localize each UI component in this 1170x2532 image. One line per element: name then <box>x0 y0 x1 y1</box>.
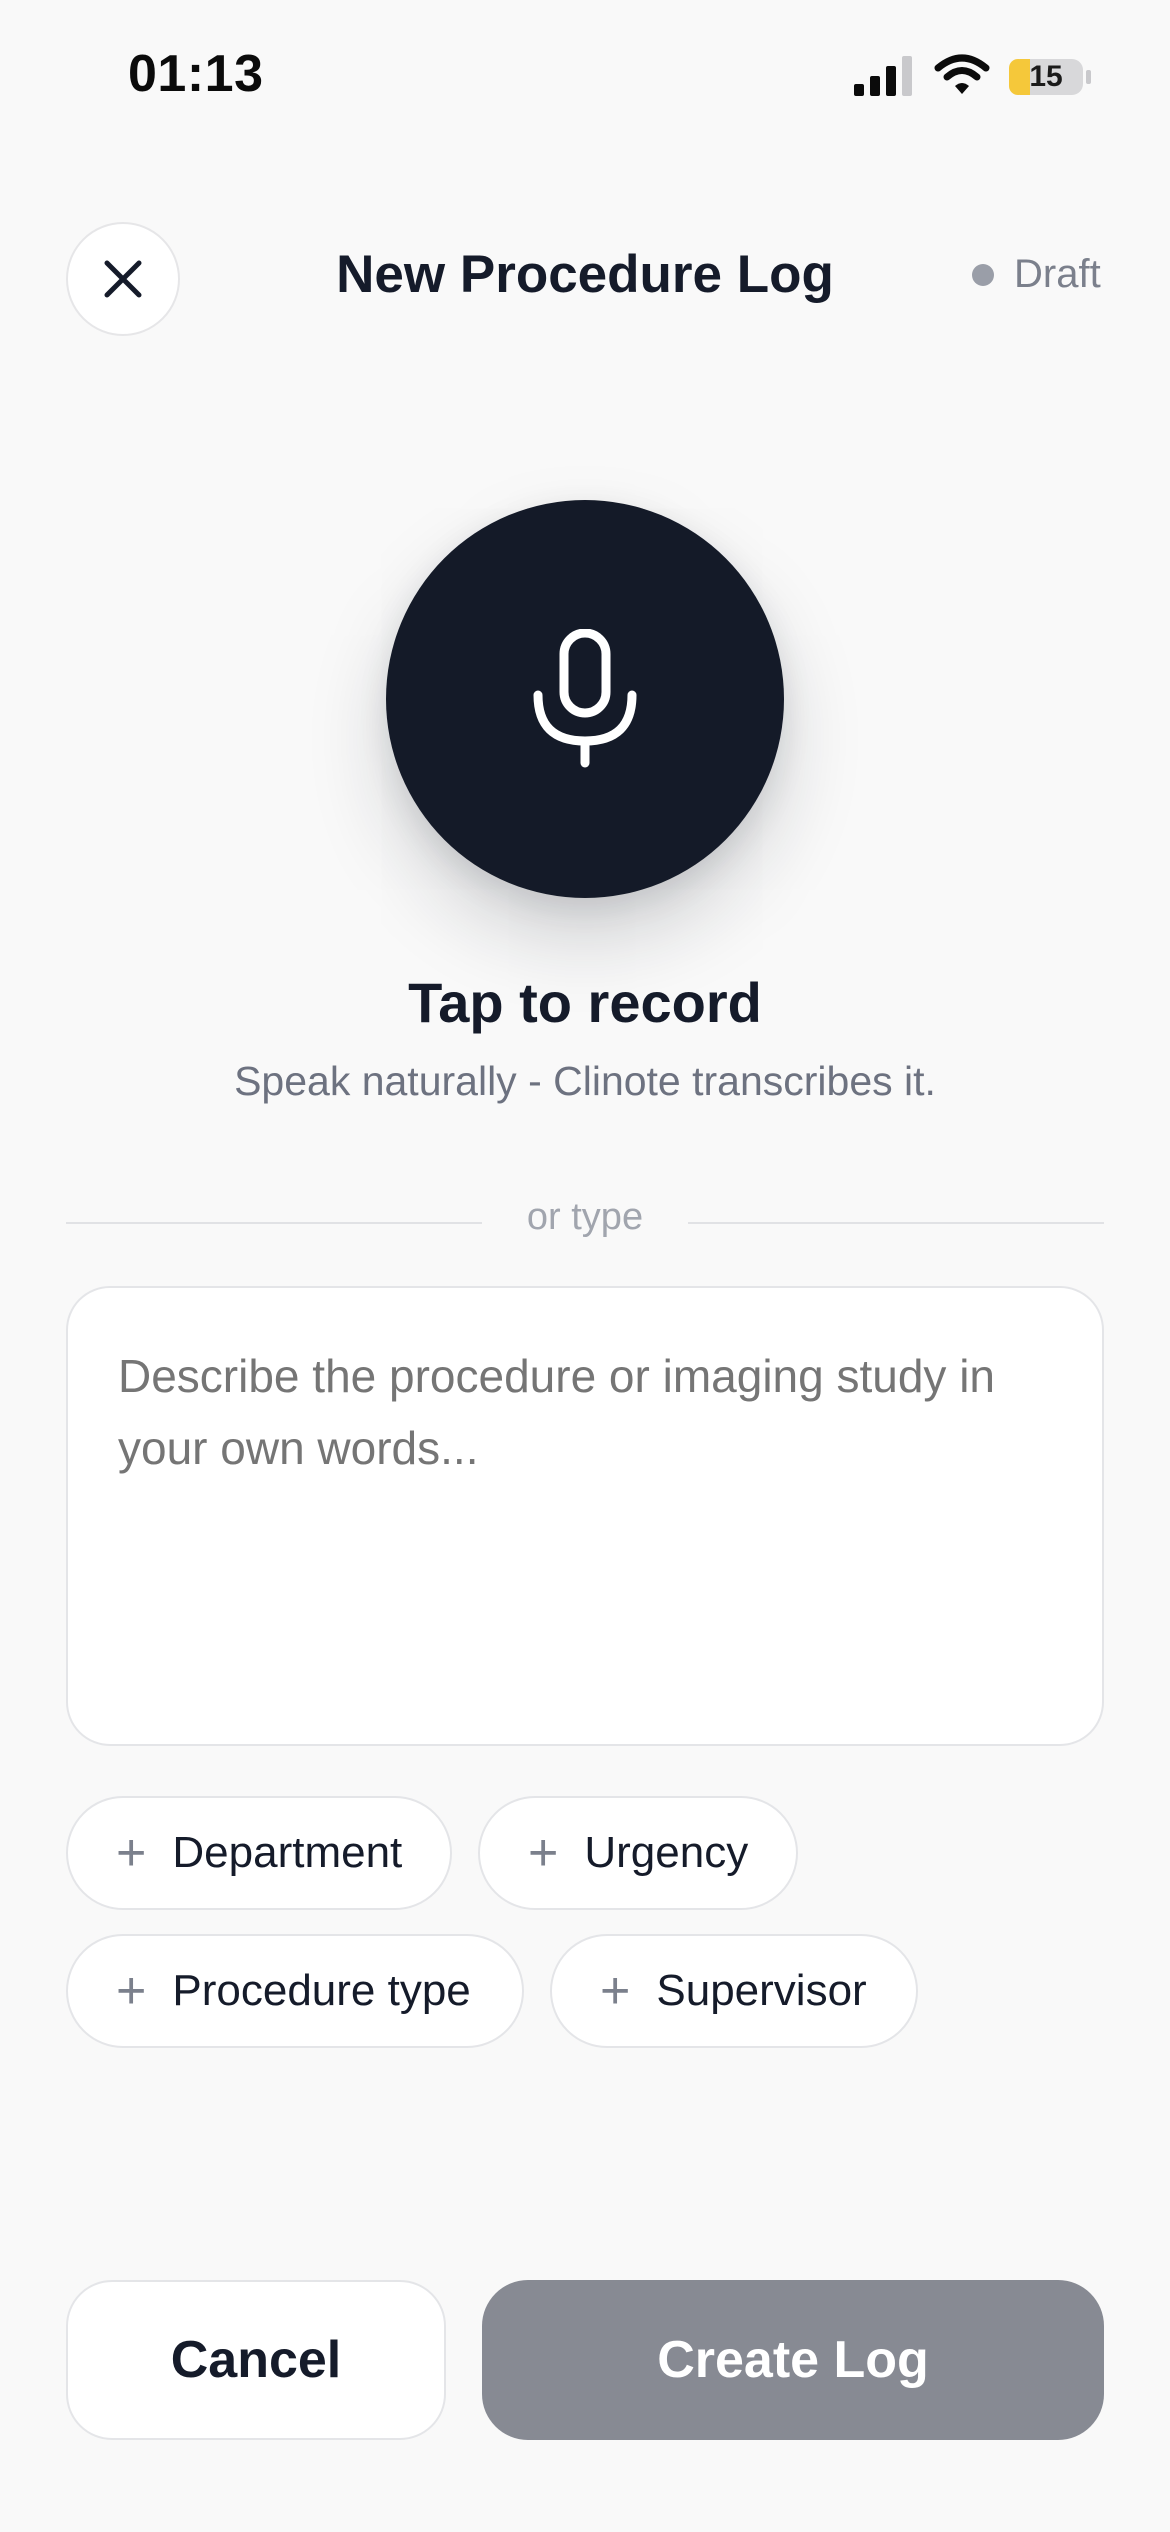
close-button[interactable] <box>66 222 180 336</box>
page-title: New Procedure Log <box>336 245 834 304</box>
add-department-chip[interactable]: + Department <box>66 1796 452 1910</box>
plus-icon: + <box>116 1824 147 1882</box>
chip-label: Procedure type <box>172 1966 471 2015</box>
chip-label: Supervisor <box>656 1966 867 2015</box>
create-log-button[interactable]: Create Log <box>482 2280 1104 2440</box>
divider-label: or type <box>526 1196 644 1238</box>
wifi-icon <box>934 54 990 94</box>
battery-level: 15 <box>1029 60 1063 93</box>
microphone-icon <box>533 629 637 768</box>
draft-status-label: Draft <box>1014 252 1101 296</box>
cancel-button[interactable]: Cancel <box>66 2280 446 2440</box>
add-urgency-chip[interactable]: + Urgency <box>478 1796 798 1910</box>
status-time: 01:13 <box>128 45 264 103</box>
draft-status: Draft <box>972 252 1101 297</box>
plus-icon: + <box>600 1962 631 2020</box>
record-subtitle: Speak naturally - Clinote transcribes it… <box>234 1058 936 1104</box>
divider-line-left <box>66 1222 482 1224</box>
plus-icon: + <box>116 1962 147 2020</box>
status-bar: 01:13 15 <box>0 0 1170 150</box>
divider-line-right <box>688 1222 1104 1224</box>
record-title: Tap to record <box>408 971 762 1034</box>
add-procedure-type-chip[interactable]: + Procedure type <box>66 1934 524 2048</box>
battery-icon: 15 <box>1008 58 1092 96</box>
plus-icon: + <box>528 1824 559 1882</box>
procedure-description-input[interactable] <box>66 1286 1104 1746</box>
draft-status-dot <box>972 263 994 286</box>
record-button[interactable] <box>386 500 784 898</box>
signal-icon <box>854 56 912 96</box>
close-icon <box>104 260 142 298</box>
add-supervisor-chip[interactable]: + Supervisor <box>550 1934 918 2048</box>
chip-label: Urgency <box>584 1828 749 1877</box>
chip-label: Department <box>172 1828 403 1877</box>
